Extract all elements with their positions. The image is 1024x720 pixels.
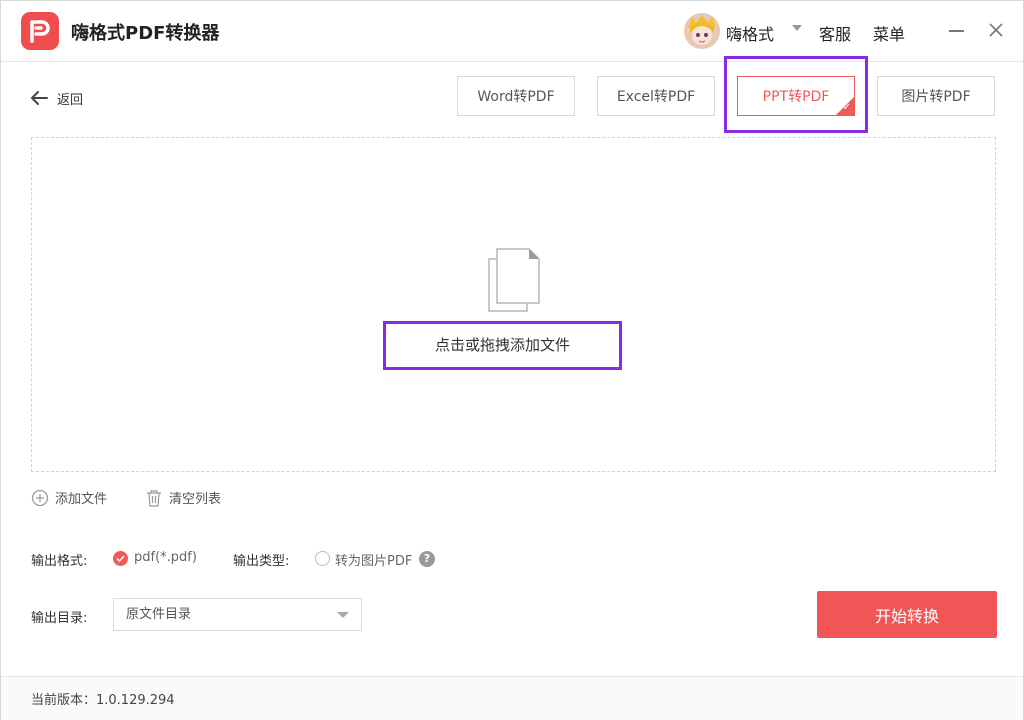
trash-icon: [147, 489, 161, 507]
back-button[interactable]: 返回: [29, 87, 83, 109]
type-option-image-pdf[interactable]: 转为图片PDF: [335, 550, 412, 569]
output-format-label: 输出格式:: [31, 554, 88, 569]
tab-image-to-pdf[interactable]: 图片转PDF: [877, 76, 995, 116]
clear-list-button[interactable]: 清空列表: [146, 488, 221, 507]
type-radio-unchecked[interactable]: [315, 551, 330, 566]
chevron-down-icon[interactable]: [792, 25, 802, 31]
tab-word-to-pdf[interactable]: Word转PDF: [457, 76, 575, 116]
app-window: 嗨格式PDF转换器 嗨格式 客服 菜单 返回 Word转PDF Excel转PD…: [0, 0, 1024, 720]
app-logo-icon: [21, 12, 59, 50]
file-stack-icon: [487, 247, 543, 313]
format-option-pdf[interactable]: pdf(*.pdf): [134, 550, 197, 565]
status-bar: 当前版本：1.0.129.294: [1, 676, 1023, 720]
chevron-down-icon: [337, 612, 349, 618]
title-bar: 嗨格式PDF转换器 嗨格式 客服 菜单: [1, 1, 1023, 62]
add-file-label: 添加文件: [55, 492, 108, 507]
drop-text-highlight[interactable]: 点击或拖拽添加文件: [383, 321, 622, 370]
format-radio-checked[interactable]: [113, 551, 128, 566]
tab-highlight-box: [724, 56, 868, 133]
tab-excel-to-pdf[interactable]: Excel转PDF: [597, 76, 715, 116]
minimize-icon[interactable]: [949, 30, 964, 32]
back-label: 返回: [57, 92, 84, 108]
arrow-left-icon: [31, 91, 48, 105]
start-convert-button[interactable]: 开始转换: [817, 591, 997, 638]
version-text: 当前版本：1.0.129.294: [31, 693, 175, 708]
app-title: 嗨格式PDF转换器: [71, 23, 220, 44]
close-icon[interactable]: [987, 21, 1005, 39]
menu-button[interactable]: 菜单: [873, 21, 905, 45]
output-dir-label: 输出目录:: [31, 611, 88, 626]
clear-list-label: 清空列表: [169, 492, 222, 507]
customer-service-button[interactable]: 客服: [819, 21, 851, 45]
username[interactable]: 嗨格式: [726, 21, 774, 45]
output-type-label: 输出类型:: [233, 554, 290, 569]
output-dir-select[interactable]: 原文件目录: [113, 598, 362, 631]
help-icon[interactable]: ?: [419, 551, 435, 567]
plus-circle-icon: [31, 489, 49, 506]
drop-hint-text: 点击或拖拽添加文件: [434, 336, 570, 354]
output-dir-value: 原文件目录: [126, 607, 192, 622]
add-file-button[interactable]: 添加文件: [31, 488, 107, 507]
avatar[interactable]: [684, 13, 720, 49]
